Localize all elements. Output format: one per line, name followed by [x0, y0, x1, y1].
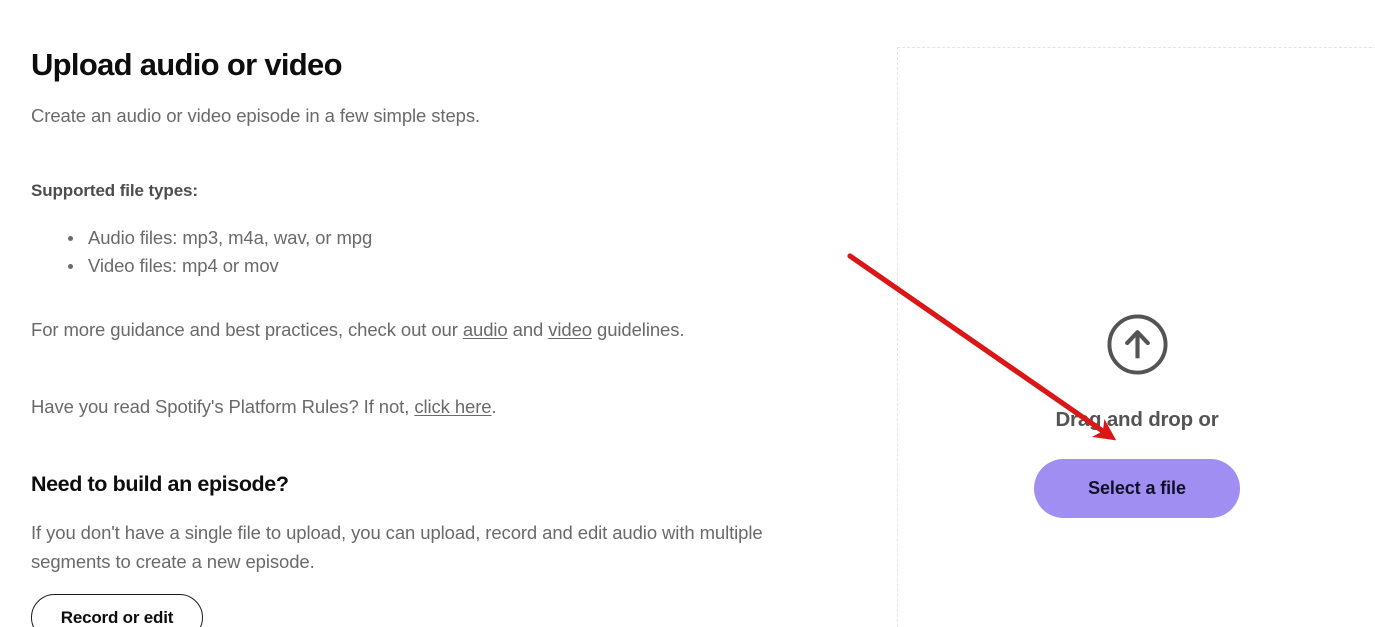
- list-item: Video files: mp4 or mov: [31, 252, 671, 280]
- platform-rules-prefix-text: Have you read Spotify's Platform Rules? …: [31, 396, 415, 417]
- supported-file-types-label: Supported file types:: [31, 181, 198, 200]
- guidance-suffix-text: guidelines.: [592, 319, 685, 340]
- platform-rules-suffix-text: .: [491, 396, 497, 417]
- guidance-middle-text: and: [507, 319, 549, 340]
- video-guidelines-link[interactable]: video: [548, 319, 592, 340]
- upload-page: Upload audio or video Create an audio or…: [0, 0, 1375, 627]
- audio-guidelines-link[interactable]: audio: [463, 319, 508, 340]
- build-episode-heading: Need to build an episode?: [31, 472, 289, 496]
- platform-rules-link[interactable]: click here: [414, 396, 491, 417]
- guidance-paragraph: For more guidance and best practices, ch…: [31, 315, 741, 345]
- file-dropzone[interactable]: Drag and drop or Select a file: [897, 47, 1375, 627]
- dropzone-label: Drag and drop or: [1055, 408, 1219, 431]
- page-title: Upload audio or video: [31, 47, 343, 82]
- page-subtitle: Create an audio or video episode in a fe…: [31, 105, 481, 126]
- select-a-file-button[interactable]: Select a file: [1034, 459, 1240, 518]
- supported-file-types-list: Audio files: mp3, m4a, wav, or mpg Video…: [31, 224, 671, 280]
- guidance-prefix-text: For more guidance and best practices, ch…: [31, 319, 463, 340]
- upload-circle-arrow-icon: [1106, 313, 1169, 376]
- record-or-edit-button[interactable]: Record or edit: [31, 594, 203, 627]
- dropzone-content: Drag and drop or Select a file: [898, 313, 1375, 518]
- build-episode-body: If you don't have a single file to uploa…: [31, 522, 763, 572]
- upload-info-panel: Upload audio or video Create an audio or…: [31, 0, 831, 627]
- platform-rules-paragraph: Have you read Spotify's Platform Rules? …: [31, 392, 741, 422]
- list-item: Audio files: mp3, m4a, wav, or mpg: [31, 224, 671, 252]
